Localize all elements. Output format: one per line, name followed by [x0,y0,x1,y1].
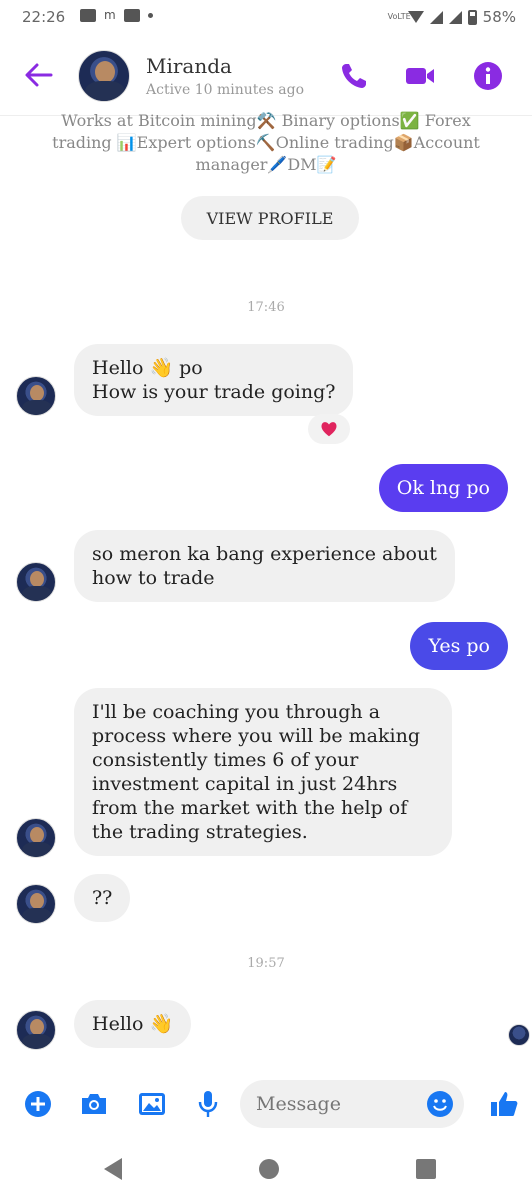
nav-back-icon[interactable] [104,1158,122,1180]
system-navigation-bar [0,1138,532,1200]
back-arrow-icon[interactable] [22,58,56,92]
incoming-message[interactable]: Hello 👋 po How is your trade going? [74,344,354,416]
notification-icon [123,8,140,22]
sender-avatar[interactable] [16,1010,56,1050]
battery-percent: 58% [482,8,516,26]
clock: 22:26 [22,8,66,26]
incoming-message[interactable]: so meron ka bang experience about how to… [74,530,455,602]
seen-indicator-avatar [508,1024,530,1046]
thumbs-up-icon[interactable] [488,1088,520,1120]
message-line: I'll be coaching you through a [92,701,381,723]
active-status: Active 10 minutes ago [146,82,305,98]
volte-icon: VoLTE [387,12,411,21]
message-line: so meron ka bang experience about [92,543,437,565]
message-line: Hello 👋 [92,1013,174,1035]
status-bar: 22:26 m VoLTE 58% [0,0,532,34]
chat-header: Miranda Active 10 minutes ago [0,34,532,116]
wifi-icon [407,11,424,23]
heart-reaction[interactable] [308,414,350,444]
contact-name[interactable]: Miranda [146,54,232,78]
incoming-message[interactable]: ?? [74,874,131,922]
phone-icon[interactable] [338,60,370,92]
incoming-message[interactable]: I'll be coaching you through a process w… [74,688,452,856]
contact-avatar[interactable] [78,50,130,102]
outgoing-message[interactable]: Ok lng po [378,464,508,512]
camera-icon[interactable] [78,1088,110,1120]
sender-avatar[interactable] [16,376,56,416]
message-line: investment capital in just 24hrs [92,773,398,795]
message-composer [0,1072,532,1138]
timestamp: 17:46 [247,300,285,315]
sender-avatar[interactable] [16,818,56,858]
sender-avatar[interactable] [16,562,56,602]
outgoing-message[interactable]: Yes po [410,622,508,670]
message-line: consistently times 6 of your [92,749,359,771]
message-line: Yes po [428,635,490,657]
notification-letter-icon: m [104,8,116,22]
message-line: from the market with the help of [92,797,408,819]
plus-circle-icon[interactable] [22,1088,54,1120]
message-line: How is your trade going? [92,381,336,403]
nav-recents-icon[interactable] [416,1159,436,1179]
info-icon[interactable] [472,60,504,92]
microphone-icon[interactable] [192,1088,224,1120]
sender-avatar[interactable] [16,884,56,924]
system-icons: VoLTE 58% [388,8,516,26]
video-camera-icon[interactable] [404,60,436,92]
timestamp: 19:57 [247,956,285,971]
incoming-message[interactable]: Hello 👋 [74,1000,192,1048]
notification-icons: m [80,8,153,22]
view-profile-button[interactable]: VIEW PROFILE [181,196,359,240]
message-line: Ok lng po [396,477,490,499]
message-line: process where you will be making [92,725,420,747]
gallery-icon[interactable] [136,1088,168,1120]
message-line: ?? [92,887,113,909]
notification-icon [80,8,96,22]
message-line: how to trade [92,567,215,589]
message-line: Hello 👋 po [92,357,203,379]
nav-home-icon[interactable] [259,1159,279,1179]
profile-bio: Works at Bitcoin mining⚒️ Binary options… [52,111,480,174]
signal-icon-2 [448,10,462,24]
battery-icon [467,9,477,25]
heart-icon [321,422,337,437]
more-notifications-icon [147,12,153,18]
emoji-icon[interactable] [426,1090,454,1118]
signal-icon [429,10,443,24]
message-line: the trading strategies. [92,821,308,843]
